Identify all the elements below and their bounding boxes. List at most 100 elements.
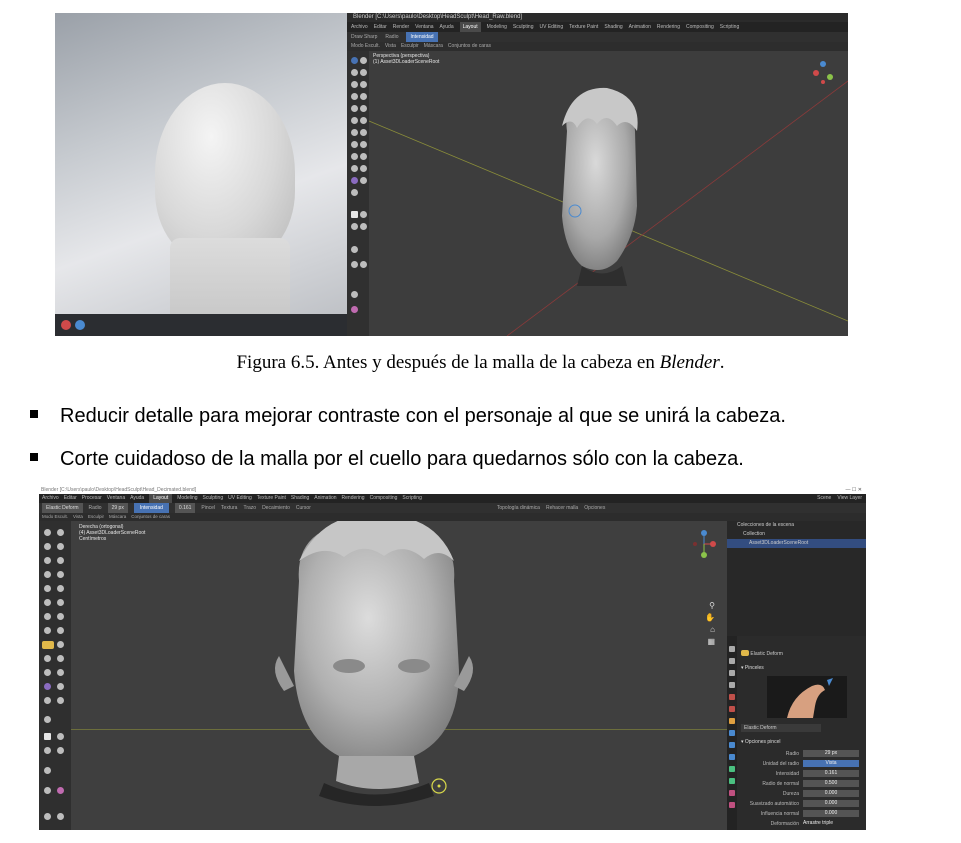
modifiers-tab-icon[interactable] [729, 730, 735, 736]
tab-uv-editing[interactable]: UV Editing [228, 494, 252, 503]
window-controls[interactable]: — ☐ ✕ [846, 487, 862, 494]
crease-tool-icon[interactable] [57, 571, 64, 578]
multires-displacement-tool-icon[interactable] [44, 716, 51, 723]
tab-sculpting[interactable]: Sculpting [203, 494, 224, 503]
tab-layout[interactable]: Layout [149, 494, 173, 503]
grab-tool-icon[interactable] [360, 129, 367, 136]
output-tab-icon[interactable] [729, 670, 735, 676]
line-project-tool-icon[interactable] [351, 246, 358, 253]
nudge-tool-icon[interactable] [360, 153, 367, 160]
tab-animation[interactable]: Animation [314, 494, 336, 503]
annotate-tool-icon[interactable] [57, 813, 64, 820]
prop-value[interactable]: Vista [803, 760, 859, 767]
pinch-tool-icon[interactable] [44, 613, 51, 620]
rotate-tool-icon[interactable] [351, 165, 358, 172]
grid-view-icon[interactable]: ▦ [707, 637, 715, 646]
boundary-tool-icon[interactable] [57, 669, 64, 676]
clay-strips-tool-icon[interactable] [57, 543, 64, 550]
blob-tool-icon[interactable] [351, 93, 358, 100]
constraints-tab-icon[interactable] [729, 766, 735, 772]
pose-tool-icon[interactable] [351, 153, 358, 160]
prop-value[interactable]: 0.000 [803, 790, 859, 797]
slide-relax-tool-icon[interactable] [44, 669, 51, 676]
prop-value[interactable]: 0.000 [803, 800, 859, 807]
menu-item[interactable]: Editar [64, 494, 77, 503]
fill-tool-icon[interactable] [44, 599, 51, 606]
mode-selector[interactable]: Modo Escult. [42, 513, 68, 521]
view-layer-tab-icon[interactable] [729, 682, 735, 688]
inflate-tool-icon[interactable] [57, 557, 64, 564]
data-tab-icon[interactable] [729, 778, 735, 784]
outliner-scene-collection[interactable]: Colecciones de la escena [727, 521, 866, 530]
draw-tool-icon[interactable] [351, 57, 358, 64]
draw-tool-icon[interactable] [44, 529, 51, 536]
mode-selector[interactable]: Modo Escult. [351, 42, 380, 51]
tab-shading[interactable]: Shading [291, 494, 309, 503]
menu-item[interactable]: Procesar [82, 494, 102, 503]
transform-tool-icon[interactable] [44, 813, 51, 820]
pose-tool-icon[interactable] [57, 641, 64, 648]
crease-tool-icon[interactable] [360, 93, 367, 100]
layer-tool-icon[interactable] [351, 81, 358, 88]
cloth-filter-tool-icon[interactable] [44, 787, 51, 794]
clay-tool-icon[interactable] [351, 69, 358, 76]
brush-name-field[interactable]: Elastic Deform [741, 724, 821, 732]
tab-texture-paint[interactable]: Texture Paint [569, 22, 598, 32]
fill-tool-icon[interactable] [351, 117, 358, 124]
radius-field[interactable]: 29 px [107, 503, 128, 513]
brush-selector[interactable]: Draw Sharp [351, 32, 377, 42]
dyntopo-menu[interactable]: Topología dinámica [497, 503, 540, 513]
box-mask-tool-icon[interactable] [360, 211, 367, 218]
smooth-tool-icon[interactable] [44, 585, 51, 592]
pinch-tool-icon[interactable] [351, 129, 358, 136]
snake-hook-tool-icon[interactable] [44, 627, 51, 634]
annotate-tool-icon[interactable] [351, 306, 358, 313]
tab-animation[interactable]: Animation [629, 22, 651, 32]
color-filter-tool-icon[interactable] [57, 787, 64, 794]
zoom-icon[interactable]: ⚲ [709, 601, 715, 610]
scene-selector[interactable]: Scene [817, 494, 831, 503]
menu-item[interactable]: Render [393, 22, 409, 32]
snake-hook-tool-icon[interactable] [351, 141, 358, 148]
tab-modeling[interactable]: Modeling [177, 494, 197, 503]
elastic-deform-tool-icon[interactable] [42, 641, 54, 649]
brush-menu[interactable]: Pincel [201, 503, 215, 513]
menu-item[interactable]: Ventana [415, 22, 433, 32]
texture-menu[interactable]: Textura [221, 503, 237, 513]
inflate-tool-icon[interactable] [360, 81, 367, 88]
face-sets-menu[interactable]: Conjuntos de caras [131, 513, 170, 521]
options-menu[interactable]: Opciones [584, 503, 605, 513]
draw-sharp-tool-icon[interactable] [57, 529, 64, 536]
scene-tab-icon[interactable] [729, 694, 735, 700]
tool-tab-icon[interactable] [729, 646, 735, 652]
material-tab-icon[interactable] [729, 790, 735, 796]
mask-tool-icon[interactable] [351, 211, 358, 218]
sculpt-menu[interactable]: Esculpir [401, 42, 419, 51]
prop-value[interactable]: 0.000 [803, 810, 859, 817]
brush-options-section-header[interactable]: ▾ Opciones pincel [741, 738, 780, 746]
brushes-section-header[interactable]: ▾ Pinceles [741, 664, 764, 672]
flatten-tool-icon[interactable] [360, 105, 367, 112]
rotate-tool-icon[interactable] [57, 655, 64, 662]
menu-item[interactable]: Ayuda [130, 494, 144, 503]
transform-tool-icon[interactable] [351, 291, 358, 298]
tab-sculpting[interactable]: Sculpting [513, 22, 534, 32]
box-face-set-tool-icon[interactable] [351, 223, 358, 230]
simplify-tool-icon[interactable] [57, 683, 64, 690]
menu-item[interactable]: Ventana [107, 494, 125, 503]
clay-strips-tool-icon[interactable] [360, 69, 367, 76]
navigation-gizmo[interactable] [812, 59, 842, 89]
navigation-gizmo[interactable] [689, 529, 719, 559]
cloth-tool-icon[interactable] [44, 683, 51, 690]
flatten-tool-icon[interactable] [57, 585, 64, 592]
world-tab-icon[interactable] [729, 706, 735, 712]
cloth-filter-tool-icon[interactable] [360, 261, 367, 268]
physics-tab-icon[interactable] [729, 754, 735, 760]
thumb-tool-icon[interactable] [57, 627, 64, 634]
view-menu[interactable]: Vista [385, 42, 396, 51]
strength-field[interactable]: 0.161 [174, 503, 196, 513]
box-trim-tool-icon[interactable] [360, 223, 367, 230]
face-sets-menu[interactable]: Conjuntos de caras [448, 42, 491, 51]
object-tab-icon[interactable] [729, 718, 735, 724]
view-menu[interactable]: Vista [73, 513, 83, 521]
